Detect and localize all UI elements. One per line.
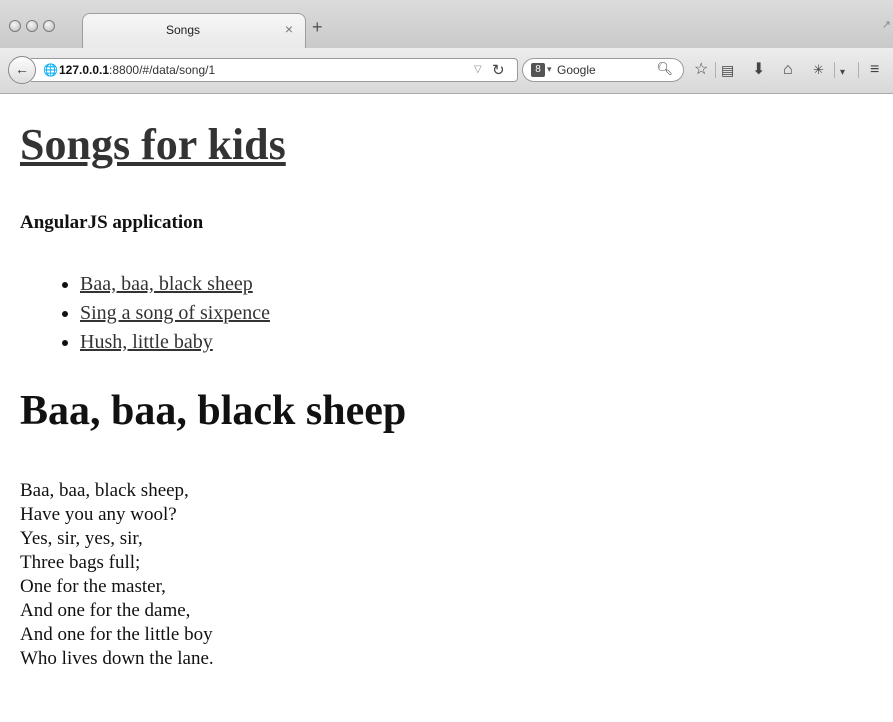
song-list: Baa, baa, black sheep Sing a song of six… xyxy=(60,270,270,357)
addon-dropdown-icon[interactable]: ▾ xyxy=(840,64,845,82)
url-path: :8800/#/data/song/1 xyxy=(109,63,216,77)
search-placeholder: Google xyxy=(557,63,596,77)
home-icon[interactable]: ⌂ xyxy=(783,61,793,79)
addon-icon[interactable]: ✳ xyxy=(813,61,824,79)
song-lyrics: Baa, baa, black sheep, Have you any wool… xyxy=(20,479,214,671)
window-zoom-icon[interactable] xyxy=(43,20,55,32)
song-link[interactable]: Baa, baa, black sheep xyxy=(80,273,253,295)
navigation-bar: 🌐 127.0.0.1:8800/#/data/song/1 ▽ ↻ ← 8 ▾… xyxy=(0,48,893,93)
menu-icon[interactable]: ≡ xyxy=(870,61,879,79)
lyric-line: Have you any wool? xyxy=(20,504,177,525)
url-dropdown-icon[interactable]: ▽ xyxy=(474,64,482,75)
fullscreen-icon[interactable]: ↗ xyxy=(882,18,891,31)
search-bar[interactable]: 8 ▾ Google 🔍︎ xyxy=(522,58,684,82)
window-minimize-icon[interactable] xyxy=(26,20,38,32)
lyric-line: Who lives down the lane. xyxy=(20,648,214,669)
tab-bar: Songs × + ↗ xyxy=(0,0,893,48)
lyric-line: Three bags full; xyxy=(20,552,141,573)
browser-chrome: Songs × + ↗ 🌐 127.0.0.1:8800/#/data/song… xyxy=(0,0,893,94)
url-bar[interactable]: 🌐 127.0.0.1:8800/#/data/song/1 ▽ ↻ xyxy=(31,58,518,82)
toolbar-separator xyxy=(715,62,716,78)
song-title: Baa, baa, black sheep xyxy=(20,388,407,434)
engine-dropdown-icon[interactable]: ▾ xyxy=(547,64,552,75)
search-icon[interactable]: 🔍︎ xyxy=(656,61,673,77)
song-link[interactable]: Hush, little baby xyxy=(80,331,213,353)
lyric-line: And one for the dame, xyxy=(20,600,191,621)
bookmark-star-icon[interactable]: ☆ xyxy=(694,61,708,79)
list-item: Baa, baa, black sheep xyxy=(80,270,270,299)
tab-close-icon[interactable]: × xyxy=(285,21,293,37)
page-subtitle: AngularJS application xyxy=(20,212,204,233)
url-text[interactable]: 127.0.0.1:8800/#/data/song/1 xyxy=(59,63,215,77)
window-close-icon[interactable] xyxy=(9,20,21,32)
new-tab-button[interactable]: + xyxy=(312,18,323,36)
lyric-line: Baa, baa, black sheep, xyxy=(20,480,189,501)
site-title-link[interactable]: Songs for kids xyxy=(20,119,286,170)
back-button[interactable]: ← xyxy=(8,56,36,84)
lyric-line: One for the master, xyxy=(20,576,166,597)
download-icon[interactable]: ⬇ xyxy=(752,61,765,79)
back-arrow-icon: ← xyxy=(15,61,29,77)
bookmarks-list-icon[interactable]: ▤ xyxy=(721,61,734,79)
site-identity-icon[interactable]: 🌐 xyxy=(43,63,58,77)
song-link[interactable]: Sing a song of sixpence xyxy=(80,302,270,324)
list-item: Sing a song of sixpence xyxy=(80,299,270,328)
search-engine-icon[interactable]: 8 xyxy=(531,63,545,77)
list-item: Hush, little baby xyxy=(80,328,270,357)
tab-songs[interactable]: Songs × xyxy=(82,13,306,48)
lyric-line: And one for the little boy xyxy=(20,624,213,645)
toolbar-separator xyxy=(858,62,859,78)
reload-icon[interactable]: ↻ xyxy=(492,61,505,79)
lyric-line: Yes, sir, yes, sir, xyxy=(20,528,143,549)
toolbar-separator xyxy=(834,62,835,78)
tab-title: Songs xyxy=(165,23,201,37)
url-host: 127.0.0.1 xyxy=(59,63,110,77)
